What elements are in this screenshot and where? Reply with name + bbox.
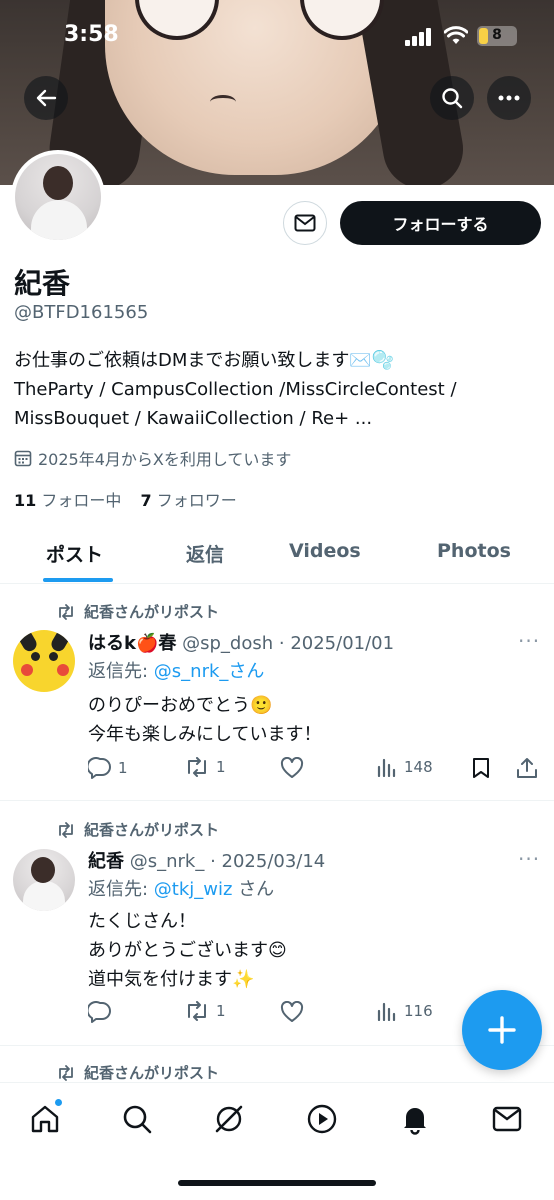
reply-icon [88, 1001, 111, 1023]
like-button[interactable] [280, 1001, 310, 1023]
envelope-icon [492, 1106, 522, 1132]
back-button[interactable] [24, 76, 68, 120]
profile-name: 紀香 [14, 267, 71, 300]
nav-video[interactable] [304, 1101, 340, 1137]
views-button[interactable]: 148 [376, 757, 433, 777]
banner-art [210, 95, 236, 109]
status-time: 3:58 [64, 22, 119, 47]
post-header: 紀香 @s_nrk_ · 2025/03/14 [88, 847, 325, 873]
post-item[interactable]: 紀香さんがリポスト はるk🍎春 @sp_dosh · 2025/01/01 ··… [0, 585, 554, 801]
tab-replies[interactable]: 返信 [186, 540, 224, 567]
battery-icon: 8 [477, 26, 517, 46]
repost-indicator: 紀香さんがリポスト [56, 601, 219, 622]
reply-icon [88, 757, 111, 779]
more-button[interactable] [487, 76, 531, 120]
battery-level: 8 [492, 27, 502, 43]
post-meta: @sp_dosh · 2025/01/01 [182, 633, 395, 654]
like-button[interactable] [280, 757, 310, 779]
views-button[interactable]: 116 [376, 1001, 433, 1021]
signal-icon [405, 28, 431, 46]
home-icon [31, 1105, 59, 1133]
reply-to-link[interactable]: @tkj_wiz [154, 879, 233, 900]
profile-bio: お仕事のご依頼はDMまでお願い致します✉️🫧 TheParty / Campus… [14, 346, 544, 433]
joined-date: 2025年4月からXを利用しています [14, 446, 291, 470]
more-icon [498, 95, 520, 101]
followers-link[interactable]: 7 フォロワー [140, 491, 236, 510]
following-link[interactable]: 11 フォロー中 [14, 491, 121, 510]
share-button[interactable] [516, 757, 538, 779]
post-more-button[interactable]: ··· [518, 629, 540, 653]
tab-videos[interactable]: Videos [289, 540, 361, 562]
reply-to: 返信先: @s_nrk_さん [88, 661, 265, 682]
nav-home[interactable] [27, 1099, 63, 1137]
message-button[interactable] [283, 201, 327, 245]
nav-search[interactable] [119, 1101, 155, 1137]
tab-photos[interactable]: Photos [437, 540, 511, 562]
post-author[interactable]: はるk🍎春 [88, 633, 176, 654]
status-bar: 3:58 8 [0, 18, 554, 58]
joined-text: 2025年4月からXを利用しています [38, 450, 292, 469]
views-icon [377, 758, 396, 777]
bio-line: TheParty / CampusCollection /MissCircleC… [14, 379, 457, 400]
post-author[interactable]: 紀香 [88, 851, 124, 872]
bookmark-icon [473, 758, 489, 778]
follow-button[interactable]: フォローする [340, 201, 541, 245]
post-more-button[interactable]: ··· [518, 847, 540, 871]
post-actions: 1 1 148 [88, 757, 548, 787]
heart-icon [280, 1001, 304, 1022]
tab-posts[interactable]: ポスト [46, 540, 103, 567]
nav-messages[interactable] [489, 1101, 525, 1137]
envelope-icon [294, 214, 316, 232]
grok-icon [215, 1105, 243, 1133]
bio-line: MissBouquet / KawaiiCollection / Re+ ... [14, 408, 373, 429]
reply-to: 返信先: @tkj_wiz さん [88, 879, 275, 900]
views-icon [377, 1002, 396, 1021]
plus-icon [488, 1016, 516, 1044]
reply-button[interactable] [88, 1001, 118, 1023]
bio-line: お仕事のご依頼はDMまでお願い致します✉️🫧 [14, 350, 395, 371]
repost-icon [59, 821, 73, 838]
repost-indicator: 紀香さんがリポスト [56, 1062, 219, 1083]
arrow-left-icon [36, 89, 57, 107]
repost-button[interactable]: 1 [184, 1001, 226, 1021]
repost-icon [188, 757, 206, 777]
play-circle-icon [307, 1104, 337, 1134]
bookmark-button[interactable] [472, 757, 490, 779]
repost-icon [188, 1001, 206, 1021]
search-icon [123, 1105, 152, 1134]
post-header: はるk🍎春 @sp_dosh · 2025/01/01 [88, 629, 394, 655]
reply-button[interactable]: 1 [88, 757, 128, 779]
calendar-icon [14, 450, 32, 467]
profile-handle: @BTFD161565 [14, 302, 149, 323]
repost-icon [59, 1064, 73, 1081]
nav-grok[interactable] [211, 1101, 247, 1137]
bell-icon [404, 1108, 426, 1135]
repost-indicator: 紀香さんがリポスト [56, 819, 219, 840]
home-indicator [178, 1180, 376, 1186]
share-icon [517, 758, 537, 778]
repost-button[interactable]: 1 [184, 757, 226, 777]
active-tab-indicator [43, 578, 113, 582]
repost-icon [59, 603, 73, 620]
profile-tabs: ポスト 返信 Videos Photos [0, 530, 554, 584]
nav-notifications[interactable] [397, 1101, 433, 1137]
wifi-icon [444, 26, 468, 44]
post-text: のりぴーおめでとう🙂 今年も楽しみにしています！ [88, 695, 322, 745]
reply-to-link[interactable]: @s_nrk_さん [154, 661, 265, 682]
profile-avatar[interactable] [11, 150, 105, 244]
compose-button[interactable] [462, 990, 542, 1070]
post-text: たくじさん！ ありがとうございます😊 道中気を付けます✨ [88, 911, 287, 990]
post-meta: @s_nrk_ · 2025/03/14 [129, 851, 326, 872]
search-button[interactable] [430, 76, 474, 120]
search-icon [442, 88, 463, 109]
post-avatar[interactable] [13, 630, 75, 692]
notification-dot [55, 1099, 62, 1106]
post-avatar[interactable] [13, 849, 75, 911]
follow-stats: 11 フォロー中 7 フォロワー [14, 487, 237, 511]
heart-icon [280, 757, 304, 778]
